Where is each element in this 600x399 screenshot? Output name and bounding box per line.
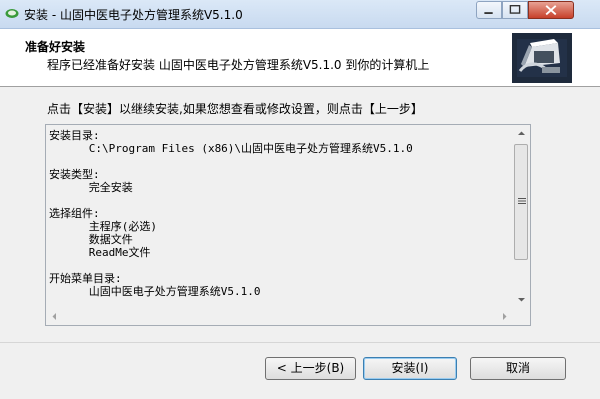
memo-line: 安装类型: bbox=[49, 168, 100, 181]
memo-line: 数据文件 bbox=[49, 233, 133, 246]
page-subtitle: 程序已经准备好安装 山固中医电子处方管理系统V5.1.0 到你的计算机上 bbox=[47, 58, 430, 72]
memo-line bbox=[49, 194, 513, 207]
scroll-up-icon[interactable] bbox=[513, 125, 530, 142]
instruction-text: 点击【安装】以继续安装,如果您想查看或修改设置，则点击【上一步】 bbox=[47, 102, 423, 116]
title-bar[interactable]: 安装 - 山固中医电子处方管理系统V5.1.0 bbox=[0, 0, 600, 29]
maximize-button[interactable] bbox=[502, 1, 528, 19]
maximize-icon bbox=[509, 5, 521, 14]
page-title: 准备好安装 bbox=[25, 40, 86, 54]
memo-line: 选择组件: bbox=[49, 207, 100, 220]
app-icon bbox=[5, 9, 19, 18]
scroll-right-icon[interactable] bbox=[496, 308, 513, 325]
minimize-icon bbox=[484, 12, 493, 14]
minimize-button[interactable] bbox=[476, 1, 502, 19]
memo-line: 安装目录: bbox=[49, 129, 100, 142]
install-button[interactable]: 安装(I) bbox=[363, 357, 457, 380]
wizard-header: 准备好安装 程序已经准备好安装 山固中医电子处方管理系统V5.1.0 到你的计算… bbox=[0, 29, 600, 87]
memo-line: C:\Program Files (x86)\山固中医电子处方管理系统V5.1.… bbox=[49, 142, 413, 155]
memo-line: ReadMe文件 bbox=[49, 246, 151, 259]
scroll-thumb[interactable] bbox=[514, 144, 528, 260]
ready-memo[interactable]: 安装目录: C:\Program Files (x86)\山固中医电子处方管理系… bbox=[45, 124, 531, 326]
memo-line: 完全安装 bbox=[49, 181, 133, 194]
memo-line: 主程序(必选) bbox=[49, 220, 157, 233]
memo-text: 安装目录: C:\Program Files (x86)\山固中医电子处方管理系… bbox=[49, 129, 513, 308]
horizontal-scrollbar[interactable] bbox=[46, 308, 513, 325]
window-title: 安装 - 山固中医电子处方管理系统V5.1.0 bbox=[24, 8, 243, 22]
footer-divider bbox=[0, 342, 600, 343]
cancel-button[interactable]: 取消 bbox=[470, 357, 566, 380]
scroll-left-icon[interactable] bbox=[46, 308, 63, 325]
memo-line: 开始菜单目录: bbox=[49, 272, 122, 285]
back-button[interactable]: < 上一步(B) bbox=[265, 357, 356, 380]
vertical-scrollbar[interactable] bbox=[513, 125, 530, 308]
memo-line: 山固中医电子处方管理系统V5.1.0 bbox=[49, 285, 261, 298]
scroll-down-icon[interactable] bbox=[513, 291, 530, 308]
grip-icon bbox=[518, 198, 526, 204]
computer-install-icon bbox=[512, 33, 572, 83]
close-button[interactable] bbox=[528, 1, 574, 19]
memo-line bbox=[49, 155, 513, 168]
memo-line bbox=[49, 259, 513, 272]
close-icon bbox=[545, 5, 557, 16]
